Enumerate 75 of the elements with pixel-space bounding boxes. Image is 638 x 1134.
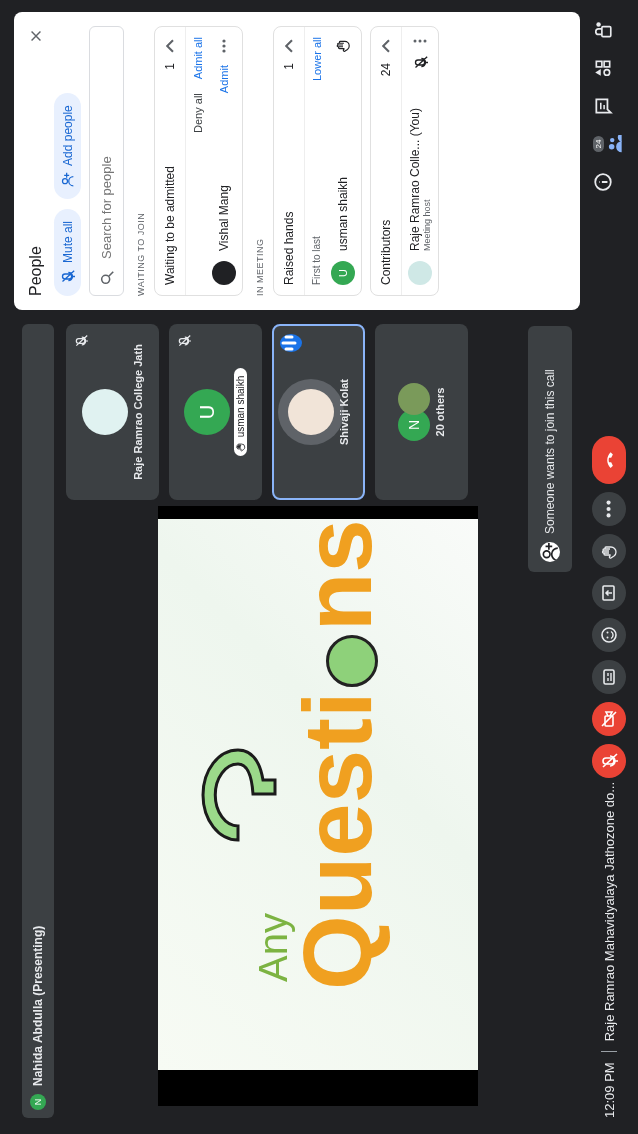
people-button[interactable]: 24: [591, 132, 627, 156]
section-title: Waiting to be admitted: [163, 165, 177, 285]
participant-tile[interactable]: N 20 others: [375, 324, 468, 500]
sort-label: First to last: [311, 236, 323, 285]
info-icon: [593, 172, 613, 192]
person-name: Raje Ramrao Colle... (You): [408, 107, 422, 251]
deny-all-link[interactable]: Deny all: [192, 93, 204, 133]
participant-tile[interactable]: Shivaji Kolat: [272, 324, 365, 500]
activities-icon: [593, 58, 613, 78]
present-button[interactable]: [592, 576, 626, 610]
end-call-button[interactable]: [592, 436, 626, 484]
chat-icon: [593, 96, 613, 116]
avatar: [408, 261, 432, 285]
section-heading: IN MEETING: [255, 237, 265, 296]
participant-name: Shivaji Kolat: [337, 379, 350, 445]
avatar-picture: [397, 383, 430, 415]
avatar-letter: U: [184, 389, 230, 435]
chevron-icon: [165, 39, 175, 53]
person-icon: [540, 542, 560, 562]
mic-button[interactable]: [592, 744, 626, 778]
participant-tile[interactable]: Raje Ramrao College Jath: [66, 324, 159, 500]
slide-title: ns: [289, 519, 386, 632]
more-button[interactable]: [411, 37, 429, 45]
search-field[interactable]: Search for people: [89, 26, 124, 296]
admit-all-link[interactable]: Admit all: [192, 37, 204, 80]
avatar-letter: N: [30, 1094, 46, 1110]
lower-all-link[interactable]: Lower all: [311, 37, 323, 82]
section-title: Raised hands: [282, 210, 296, 285]
mic-off-icon: [60, 269, 75, 284]
participant-tile[interactable]: U usman shaikh: [169, 324, 262, 500]
emoji-icon: [600, 626, 618, 644]
hand-button[interactable]: [592, 534, 626, 568]
chevron-icon: [381, 39, 391, 53]
count: 24: [379, 63, 393, 77]
count: 1: [163, 63, 177, 70]
captions-icon: [600, 668, 618, 686]
captions-button[interactable]: [592, 660, 626, 694]
mic-off-icon: [600, 752, 618, 770]
presenter-name: Nahida Abdulla (Presenting): [31, 925, 45, 1086]
panel-title: People: [27, 246, 45, 296]
person-add-icon: [60, 171, 75, 187]
present-icon: [600, 584, 618, 602]
phone-icon: [604, 451, 614, 469]
participant-name: Raje Ramrao College Jath: [131, 344, 144, 480]
avatar-letter: U: [331, 261, 355, 285]
avatar: [212, 261, 236, 285]
person-name: Vishal Mang: [217, 184, 231, 251]
search-icon: [99, 270, 115, 286]
count-badge: 24: [593, 135, 604, 153]
more-icon: [222, 39, 226, 53]
clock-time: 12:09 PM: [601, 1062, 617, 1118]
meeting-name: Raje Ramrao Mahavidyalaya Jathozone do...: [601, 781, 617, 1042]
section-title: Contributors: [379, 218, 393, 285]
lock-icon: [593, 20, 613, 40]
add-people-button[interactable]: Add people: [54, 93, 81, 199]
more-button[interactable]: [592, 492, 626, 526]
more-button[interactable]: [220, 37, 228, 55]
join-request-notice[interactable]: Someone wants to join this call: [528, 326, 572, 572]
section-heading: WAITING TO JOIN: [136, 211, 146, 296]
speaking-icon: [280, 334, 298, 352]
more-icon: [606, 500, 612, 518]
chevron-icon: [284, 39, 294, 53]
camera-icon: [600, 710, 618, 728]
mute-all-button[interactable]: Mute all: [54, 208, 81, 296]
count: 1: [282, 63, 296, 70]
name-tag: usman shaikh: [234, 367, 247, 457]
more-icon: [413, 39, 427, 43]
person-role: Meeting host: [422, 198, 432, 251]
camera-button[interactable]: [592, 702, 626, 736]
emoji-button[interactable]: [592, 618, 626, 652]
admit-link[interactable]: Admit: [218, 65, 230, 94]
person-name: usman shaikh: [336, 175, 350, 251]
notice-text: Someone wants to join this call: [543, 369, 557, 534]
participant-name: 20 others: [433, 387, 446, 437]
avatar-picture: [81, 389, 128, 435]
